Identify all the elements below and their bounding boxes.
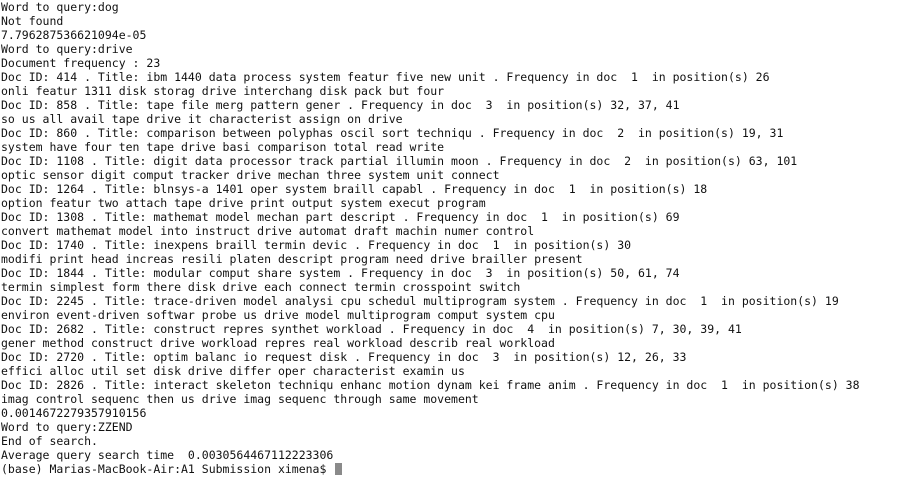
terminal-output-line: Doc ID: 414 . Title: ibm 1440 data proce…	[1, 70, 770, 84]
terminal-output-line: effici alloc util set disk drive differ …	[1, 364, 465, 378]
terminal-output-line: termin simplest form there disk drive ea…	[1, 280, 521, 294]
terminal-output-line: Doc ID: 2826 . Title: interact skeleton …	[1, 378, 860, 392]
terminal-output-line: 0.0014672279357910156	[1, 406, 147, 420]
terminal-output-line: Word to query:ZZEND	[1, 420, 133, 434]
terminal-output-line: Doc ID: 2245 . Title: trace-driven model…	[1, 294, 839, 308]
terminal-output-line: onli featur 1311 disk storag drive inter…	[1, 84, 445, 98]
terminal-output-line: 7.796287536621094e-05	[1, 28, 147, 42]
terminal-output-line: convert mathemat model into instruct dri…	[1, 224, 535, 238]
terminal-output-line: so us all avail tape drive it characteri…	[1, 112, 403, 126]
terminal-output-line: Average query search time 0.003056446711…	[1, 448, 334, 462]
shell-prompt-line[interactable]: (base) Marias-MacBook-Air:A1 Submission …	[1, 462, 901, 476]
terminal-output-line: Doc ID: 2720 . Title: optim balanc io re…	[1, 350, 687, 364]
terminal-output: Word to query:dog Not found 7.796287536621…	[1, 0, 901, 462]
terminal-output-line: optic sensor digit comput tracker drive …	[1, 168, 500, 182]
terminal-output-line: modifi print head increas resili platen …	[1, 252, 583, 266]
terminal-output-line: Doc ID: 860 . Title: comparison between …	[1, 126, 784, 140]
terminal-output-line: Document frequency : 23	[1, 56, 161, 70]
terminal-output-line: environ event-driven softwar probe us dr…	[1, 308, 555, 322]
terminal-output-line: Doc ID: 1308 . Title: mathemat model mec…	[1, 210, 680, 224]
terminal-output-line: Doc ID: 1844 . Title: modular comput sha…	[1, 266, 680, 280]
terminal-window[interactable]: Word to query:dog Not found 7.796287536621…	[0, 0, 901, 490]
terminal-output-line: Doc ID: 858 . Title: tape file merg patt…	[1, 98, 680, 112]
terminal-output-line: Not found	[1, 14, 64, 28]
terminal-output-line: system have four ten tape drive basi com…	[1, 140, 445, 154]
terminal-output-line: imag control sequenc then us drive imag …	[1, 392, 479, 406]
terminal-output-line: End of search.	[1, 434, 98, 448]
shell-prompt: (base) Marias-MacBook-Air:A1 Submission …	[1, 462, 334, 476]
terminal-output-line: Word to query:drive	[1, 42, 133, 56]
terminal-output-line: Doc ID: 1740 . Title: inexpens braill te…	[1, 238, 632, 252]
terminal-output-line: Doc ID: 2682 . Title: construct repres s…	[1, 322, 742, 336]
terminal-output-line: option featur two attach tape drive prin…	[1, 196, 486, 210]
terminal-output-line: Word to query:dog	[1, 0, 119, 14]
terminal-output-line: gener method construct drive workload re…	[1, 336, 555, 350]
terminal-output-line: Doc ID: 1108 . Title: digit data process…	[1, 154, 798, 168]
block-cursor-icon	[335, 463, 343, 475]
terminal-output-line: Doc ID: 1264 . Title: blnsys-a 1401 oper…	[1, 182, 708, 196]
